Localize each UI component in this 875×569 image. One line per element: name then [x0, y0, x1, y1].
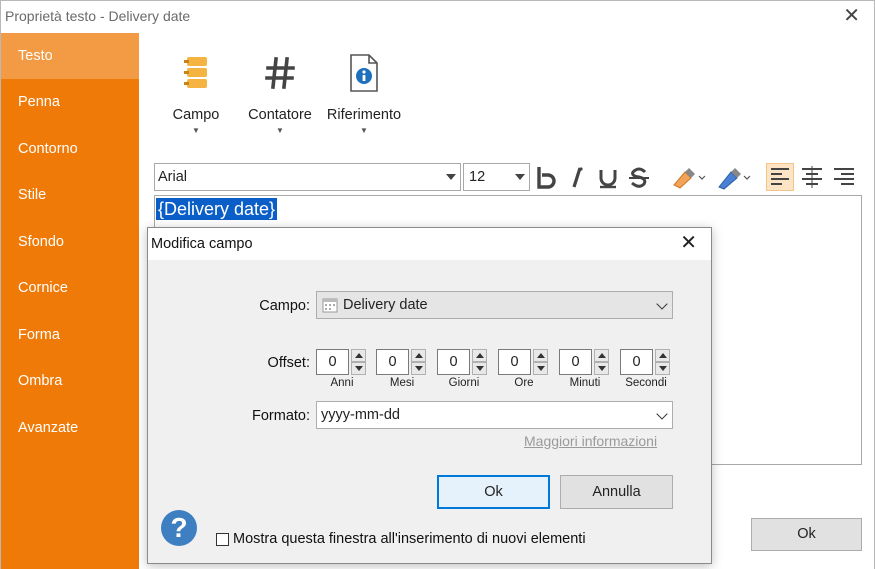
- dialog-title: Modifica campo: [151, 236, 253, 252]
- font-family-value: Arial: [158, 169, 188, 185]
- offset-ore-input[interactable]: 0: [498, 349, 531, 375]
- sidebar-item-contorno[interactable]: Contorno: [1, 126, 139, 172]
- field-stack-icon: [184, 57, 207, 88]
- window-title-bar: Proprietà testo - Delivery date ✕: [1, 1, 874, 33]
- bold-icon[interactable]: [532, 163, 560, 191]
- show-dialog-checkbox-label[interactable]: Mostra questa finestra all'inserimento d…: [233, 531, 586, 547]
- dialog-ok-button[interactable]: Ok: [437, 475, 550, 509]
- offset-giorni-spinner[interactable]: 0: [437, 349, 487, 375]
- offset-ore-caption: Ore: [514, 377, 534, 389]
- font-family-select[interactable]: Arial: [154, 163, 461, 191]
- offset-giorni-caption: Giorni: [448, 377, 480, 389]
- riferimento-caret-icon: ▼: [360, 126, 368, 135]
- font-size-dropdown-icon: [515, 174, 525, 180]
- main-ok-button[interactable]: Ok: [751, 518, 862, 551]
- strikethrough-icon[interactable]: [625, 163, 653, 191]
- formato-value[interactable]: yyyy-mm-dd: [321, 402, 400, 428]
- sidebar: Testo Penna Contorno Stile Sfondo Cornic…: [1, 33, 139, 569]
- campo-label: Campo: [172, 107, 220, 123]
- dialog-title-bar: Modifica campo ✕: [148, 228, 711, 260]
- offset-secondi-input[interactable]: 0: [620, 349, 653, 375]
- offset-secondi-down-icon[interactable]: [655, 362, 670, 375]
- offset-ore-spinner[interactable]: 0: [498, 349, 548, 375]
- sidebar-item-testo[interactable]: Testo: [1, 33, 139, 79]
- dialog-cancel-button[interactable]: Annulla: [560, 475, 673, 509]
- offset-giorni-input[interactable]: 0: [437, 349, 470, 375]
- offset-giorni-down-icon[interactable]: [472, 362, 487, 375]
- offset-secondi-caption: Secondi: [625, 377, 667, 389]
- campo-caret-icon: ▼: [192, 126, 200, 135]
- offset-minuti-up-icon[interactable]: [594, 349, 609, 362]
- sidebar-item-sfondo[interactable]: Sfondo: [1, 219, 139, 265]
- sidebar-item-penna[interactable]: Penna: [1, 79, 139, 125]
- highlight-color-icon[interactable]: [669, 163, 709, 191]
- offset-mesi-input[interactable]: 0: [376, 349, 409, 375]
- offset-label: Offset:: [267, 355, 310, 371]
- offset-mesi-down-icon[interactable]: [411, 362, 426, 375]
- sidebar-item-forma[interactable]: Forma: [1, 312, 139, 358]
- offset-anni-spinner[interactable]: 0: [316, 349, 366, 375]
- campo-button[interactable]: Campo ▼: [151, 53, 241, 143]
- underline-icon[interactable]: [594, 163, 622, 191]
- campo-chevron-down-icon: [656, 298, 668, 310]
- offset-ore-down-icon[interactable]: [533, 362, 548, 375]
- sidebar-item-stile[interactable]: Stile: [1, 172, 139, 218]
- hash-icon: [265, 57, 295, 89]
- offset-anni-caption: Anni: [330, 377, 354, 389]
- offset-mesi-caption: Mesi: [389, 377, 415, 389]
- offset-mesi-spinner[interactable]: 0: [376, 349, 426, 375]
- offset-anni-up-icon[interactable]: [351, 349, 366, 362]
- offset-minuti-caption: Minuti: [569, 377, 601, 389]
- font-size-select[interactable]: 12: [463, 163, 530, 191]
- offset-ore-up-icon[interactable]: [533, 349, 548, 362]
- editor-selected-text[interactable]: {Delivery date}: [156, 198, 278, 220]
- dialog-close-icon[interactable]: ✕: [680, 233, 697, 253]
- offset-secondi-up-icon[interactable]: [655, 349, 670, 362]
- formato-combobox[interactable]: yyyy-mm-dd: [316, 401, 673, 429]
- font-family-dropdown-icon: [446, 174, 456, 180]
- campo-select-value: Delivery date: [343, 297, 428, 313]
- align-left-icon[interactable]: [766, 163, 794, 191]
- align-center-icon[interactable]: [798, 163, 826, 191]
- offset-minuti-down-icon[interactable]: [594, 362, 609, 375]
- riferimento-button[interactable]: Riferimento ▼: [319, 53, 409, 143]
- formato-label: Formato:: [251, 408, 310, 424]
- window-close-icon[interactable]: ✕: [843, 6, 860, 26]
- campo-field-label: Campo:: [259, 298, 310, 314]
- italic-icon[interactable]: [563, 163, 591, 191]
- pen-color-icon[interactable]: [714, 163, 754, 191]
- riferimento-label: Riferimento: [326, 107, 402, 123]
- more-info-link[interactable]: Maggiori informazioni: [524, 433, 657, 449]
- help-icon[interactable]: ?: [161, 510, 197, 546]
- offset-minuti-input[interactable]: 0: [559, 349, 592, 375]
- offset-giorni-up-icon[interactable]: [472, 349, 487, 362]
- sidebar-item-cornice[interactable]: Cornice: [1, 265, 139, 311]
- modifica-campo-dialog: Modifica campo ✕ Campo: Delivery date Of…: [147, 227, 712, 564]
- offset-anni-down-icon[interactable]: [351, 362, 366, 375]
- offset-mesi-up-icon[interactable]: [411, 349, 426, 362]
- contatore-button[interactable]: Contatore ▼: [235, 53, 325, 143]
- sidebar-item-avanzate[interactable]: Avanzate: [1, 405, 139, 451]
- contatore-caret-icon: ▼: [276, 126, 284, 135]
- contatore-label: Contatore: [248, 107, 312, 123]
- window-title: Proprietà testo - Delivery date: [5, 8, 191, 24]
- align-right-icon[interactable]: [830, 163, 858, 191]
- formato-chevron-down-icon[interactable]: [656, 408, 668, 420]
- document-info-icon: [350, 54, 378, 92]
- show-dialog-checkbox[interactable]: [216, 533, 229, 546]
- offset-secondi-spinner[interactable]: 0: [620, 349, 670, 375]
- offset-anni-input[interactable]: 0: [316, 349, 349, 375]
- calendar-icon: [322, 298, 338, 313]
- sidebar-item-ombra[interactable]: Ombra: [1, 358, 139, 404]
- offset-minuti-spinner[interactable]: 0: [559, 349, 609, 375]
- campo-select[interactable]: Delivery date: [316, 291, 673, 319]
- font-size-value: 12: [469, 169, 486, 185]
